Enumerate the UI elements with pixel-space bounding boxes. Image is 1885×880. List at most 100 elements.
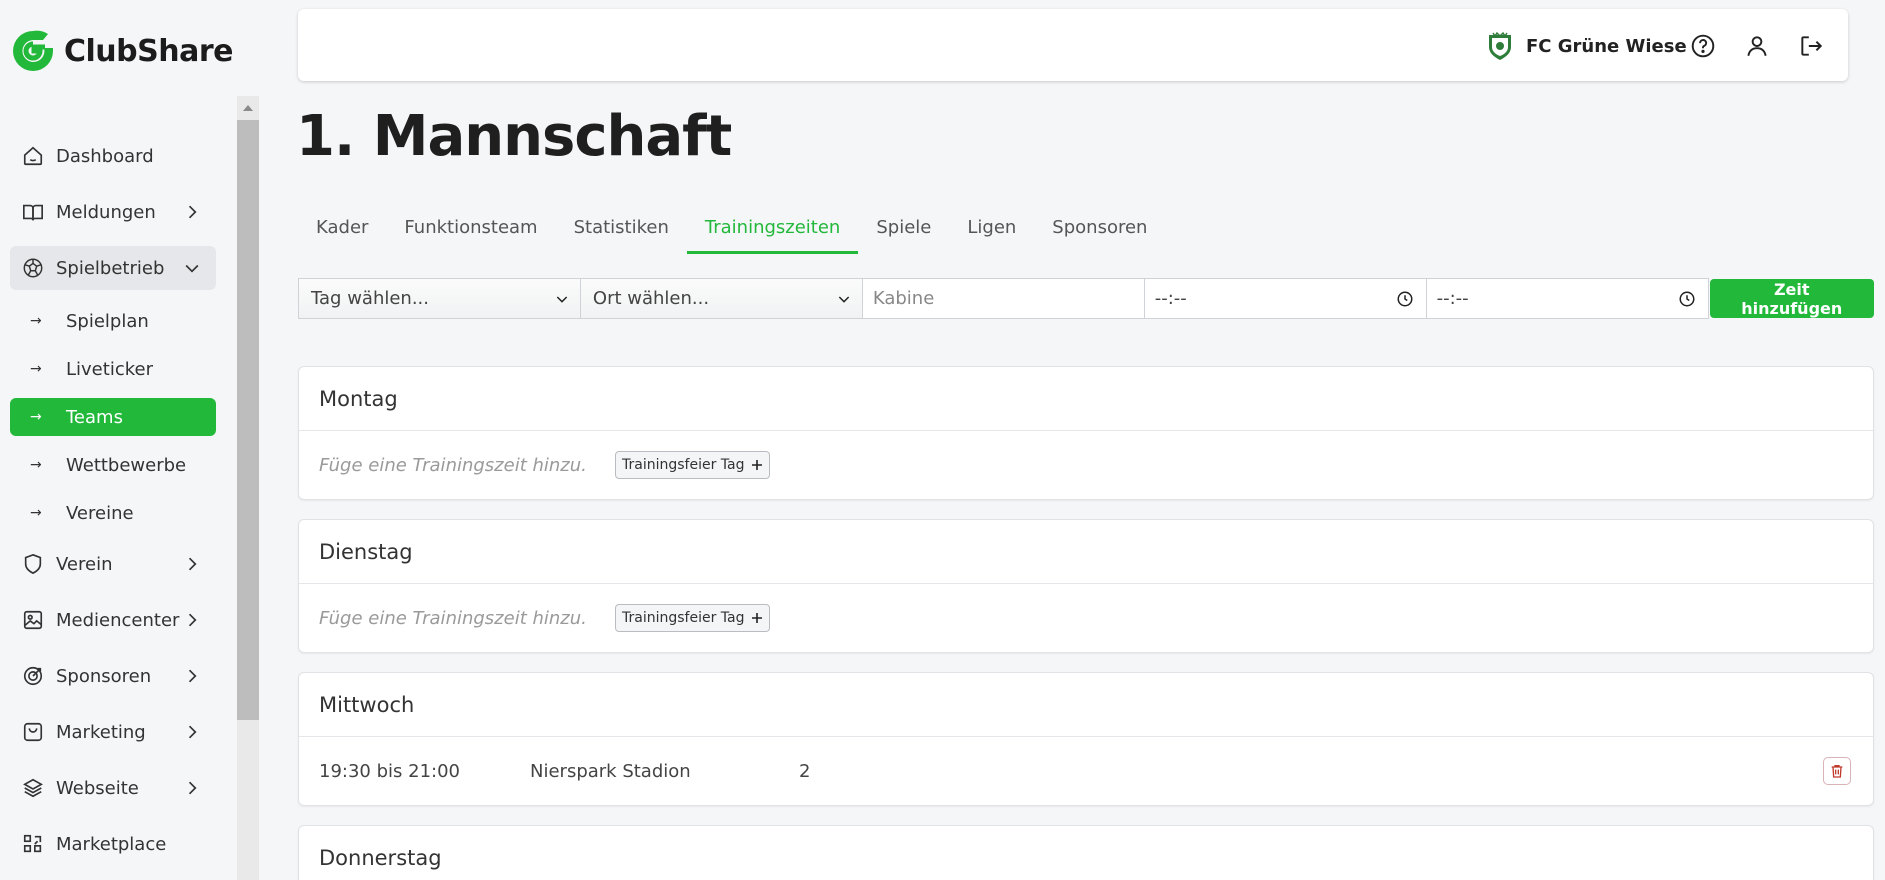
sidebar-item-sponsoren[interactable]: Sponsoren bbox=[10, 654, 216, 698]
tab-statistiken[interactable]: Statistiken bbox=[556, 210, 687, 254]
empty-hint: Füge eine Trainingszeit hinzu. bbox=[319, 454, 587, 476]
scrollbar-thumb[interactable] bbox=[237, 120, 259, 720]
tab-ligen[interactable]: Ligen bbox=[949, 210, 1034, 254]
shield-icon bbox=[22, 553, 44, 575]
layers-icon bbox=[22, 777, 44, 799]
clock-icon[interactable] bbox=[1678, 290, 1696, 308]
arrow-right-icon: → bbox=[30, 361, 42, 377]
cabin-input[interactable] bbox=[872, 288, 1132, 309]
empty-hint: Füge eine Trainingszeit hinzu. bbox=[319, 607, 587, 629]
chevron-down-icon bbox=[838, 296, 850, 303]
chevron-down-icon bbox=[185, 264, 199, 273]
plus-icon bbox=[751, 613, 762, 623]
training-holiday-button[interactable]: Trainingsfeier Tag bbox=[615, 604, 770, 632]
logo[interactable]: ClubShare bbox=[10, 28, 233, 74]
sidebar-subitem-liveticker[interactable]: → Liveticker bbox=[10, 350, 216, 388]
sidebar-item-meldungen[interactable]: Meldungen bbox=[10, 190, 216, 234]
training-cabin: 2 bbox=[799, 760, 811, 782]
sidebar-item-label: Meldungen bbox=[56, 201, 156, 223]
profile-button[interactable] bbox=[1743, 32, 1771, 60]
logout-icon bbox=[1801, 36, 1823, 56]
day-name: Mittwoch bbox=[299, 673, 1873, 737]
sidebar-subitem-wettbewerbe[interactable]: → Wettbewerbe bbox=[10, 446, 216, 484]
sidebar-subitem-spielplan[interactable]: → Spielplan bbox=[10, 302, 216, 340]
day-card-donnerstag: Donnerstag bbox=[298, 825, 1874, 880]
tab-sponsoren[interactable]: Sponsoren bbox=[1034, 210, 1165, 254]
training-location: Nierspark Stadion bbox=[530, 760, 691, 782]
training-holiday-label: Trainingsfeier Tag bbox=[622, 457, 745, 473]
target-icon bbox=[22, 665, 44, 687]
club-name: FC Grüne Wiese bbox=[1526, 35, 1687, 57]
scroll-up-arrow-icon[interactable] bbox=[237, 100, 259, 114]
time-to-field[interactable]: --:-- bbox=[1425, 278, 1709, 319]
sidebar-item-label: Sponsoren bbox=[56, 665, 152, 687]
training-entry-row: 19:30 bis 21:00 Nierspark Stadion 2 bbox=[299, 737, 1873, 805]
day-name: Donnerstag bbox=[299, 826, 1873, 880]
clubshare-logo-icon bbox=[13, 30, 53, 71]
sidebar-item-mediencenter[interactable]: Mediencenter bbox=[10, 598, 216, 642]
day-name: Montag bbox=[299, 367, 1873, 431]
page-title: 1. Mannschaft bbox=[296, 104, 732, 169]
sidebar-item-label: Mediencenter bbox=[56, 609, 180, 631]
grid-blocks-icon bbox=[22, 833, 44, 855]
day-card-mittwoch: Mittwoch 19:30 bis 21:00 Nierspark Stadi… bbox=[298, 672, 1874, 806]
shopping-bag-icon bbox=[22, 721, 44, 743]
add-training-time-form: Tag wählen... Ort wählen... --:-- --:-- … bbox=[298, 278, 1874, 319]
chevron-down-icon bbox=[556, 296, 568, 303]
sidebar-subitem-vereine[interactable]: → Vereine bbox=[10, 494, 216, 532]
help-button[interactable] bbox=[1689, 32, 1717, 60]
sidebar-scrollbar[interactable] bbox=[237, 96, 259, 880]
training-time: 19:30 bis 21:00 bbox=[319, 760, 460, 782]
cabin-field[interactable] bbox=[861, 278, 1145, 319]
chevron-right-icon bbox=[188, 205, 197, 219]
time-from-field[interactable]: --:-- bbox=[1143, 278, 1427, 319]
tab-kader[interactable]: Kader bbox=[298, 210, 386, 254]
chevron-right-icon bbox=[188, 613, 197, 627]
book-icon bbox=[22, 201, 44, 223]
sidebar-subitem-label: Wettbewerbe bbox=[66, 454, 187, 476]
time-from-value: --:-- bbox=[1154, 288, 1187, 309]
sidebar-subitem-label: Liveticker bbox=[66, 358, 153, 380]
sidebar-item-marketplace[interactable]: Marketplace bbox=[10, 822, 216, 866]
training-holiday-button[interactable]: Trainingsfeier Tag bbox=[615, 451, 770, 479]
sidebar-item-label: Webseite bbox=[56, 777, 139, 799]
time-to-value: --:-- bbox=[1436, 288, 1469, 309]
sidebar-item-label: Marketing bbox=[56, 721, 146, 743]
sidebar-subitem-label: Vereine bbox=[66, 502, 134, 524]
app-name: ClubShare bbox=[64, 33, 233, 69]
day-select[interactable]: Tag wählen... bbox=[298, 278, 581, 319]
chevron-right-icon bbox=[188, 781, 197, 795]
club-crest-icon bbox=[1489, 31, 1511, 60]
sidebar-item-label: Dashboard bbox=[56, 145, 154, 167]
sidebar-item-label: Spielbetrieb bbox=[56, 257, 165, 279]
arrow-right-icon: → bbox=[30, 409, 42, 425]
training-holiday-label: Trainingsfeier Tag bbox=[622, 610, 745, 626]
day-name: Dienstag bbox=[299, 520, 1873, 584]
plus-icon bbox=[751, 460, 762, 470]
logout-button[interactable] bbox=[1797, 32, 1825, 60]
sidebar-item-verein[interactable]: Verein bbox=[10, 542, 216, 586]
soccer-ball-icon bbox=[22, 257, 44, 279]
sidebar-item-label: Marketplace bbox=[56, 833, 167, 855]
add-time-button[interactable]: Zeit hinzufügen bbox=[1709, 279, 1874, 318]
sidebar: ClubShare Dashboard Meldungen Spielbetri… bbox=[0, 0, 260, 880]
tab-spiele[interactable]: Spiele bbox=[858, 210, 949, 254]
arrow-right-icon: → bbox=[30, 313, 42, 329]
sidebar-subitem-teams[interactable]: → Teams bbox=[10, 398, 216, 436]
clock-icon[interactable] bbox=[1396, 290, 1414, 308]
sidebar-item-marketing[interactable]: Marketing bbox=[10, 710, 216, 754]
club-switcher[interactable]: FC Grüne Wiese bbox=[1486, 31, 1687, 61]
image-icon bbox=[22, 609, 44, 631]
sidebar-item-spielbetrieb[interactable]: Spielbetrieb bbox=[10, 246, 216, 290]
sidebar-subitem-label: Spielplan bbox=[66, 310, 149, 332]
place-select[interactable]: Ort wählen... bbox=[579, 278, 863, 319]
day-body: Füge eine Trainingszeit hinzu. Trainings… bbox=[299, 584, 1873, 652]
delete-training-button[interactable] bbox=[1823, 757, 1851, 785]
tab-funktionsteam[interactable]: Funktionsteam bbox=[386, 210, 555, 254]
sidebar-item-dashboard[interactable]: Dashboard bbox=[10, 134, 216, 178]
tab-trainingszeiten[interactable]: Trainingszeiten bbox=[686, 210, 859, 254]
day-card-montag: Montag Füge eine Trainingszeit hinzu. Tr… bbox=[298, 366, 1874, 500]
place-select-value: Ort wählen... bbox=[592, 288, 710, 309]
sidebar-subitem-label: Teams bbox=[66, 406, 123, 428]
sidebar-item-webseite[interactable]: Webseite bbox=[10, 766, 216, 810]
